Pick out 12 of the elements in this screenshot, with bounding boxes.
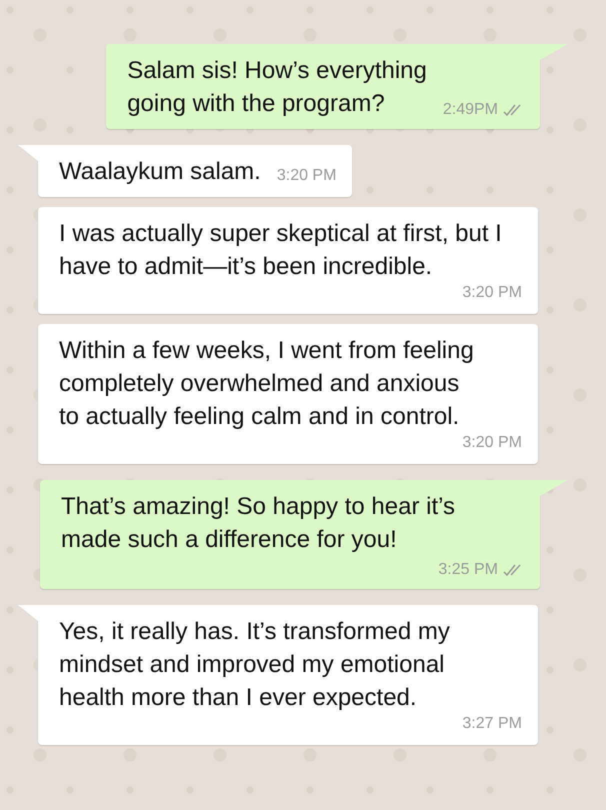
message-time: 3:20 PM	[462, 433, 522, 453]
message-time: 3:25 PM	[438, 560, 498, 580]
message-text: Salam sis! How’s everything going with the program?	[127, 56, 427, 119]
message-text: Waalaykum salam.	[59, 157, 261, 187]
message-text: I was actually super skeptical at first, but I have to admit—it’s been incredible.	[59, 219, 502, 282]
message-text: Yes, it really has. It’s transformed my mindset and improved my emotional health more than I ever expected.	[59, 617, 450, 713]
message-time: 3:20 PM	[462, 283, 522, 303]
message-time: 3:20 PM	[276, 166, 336, 186]
message-text: That’s amazing! So happy to hear it’s made such a difference for you!	[61, 492, 456, 555]
message-time: 2:49PM	[442, 100, 498, 120]
message-text: Within a few weeks, I went from feeling completely overwhelmed and anxious to actually feeling calm and in control.	[59, 336, 474, 432]
message-time: 3:27 PM	[462, 714, 522, 734]
